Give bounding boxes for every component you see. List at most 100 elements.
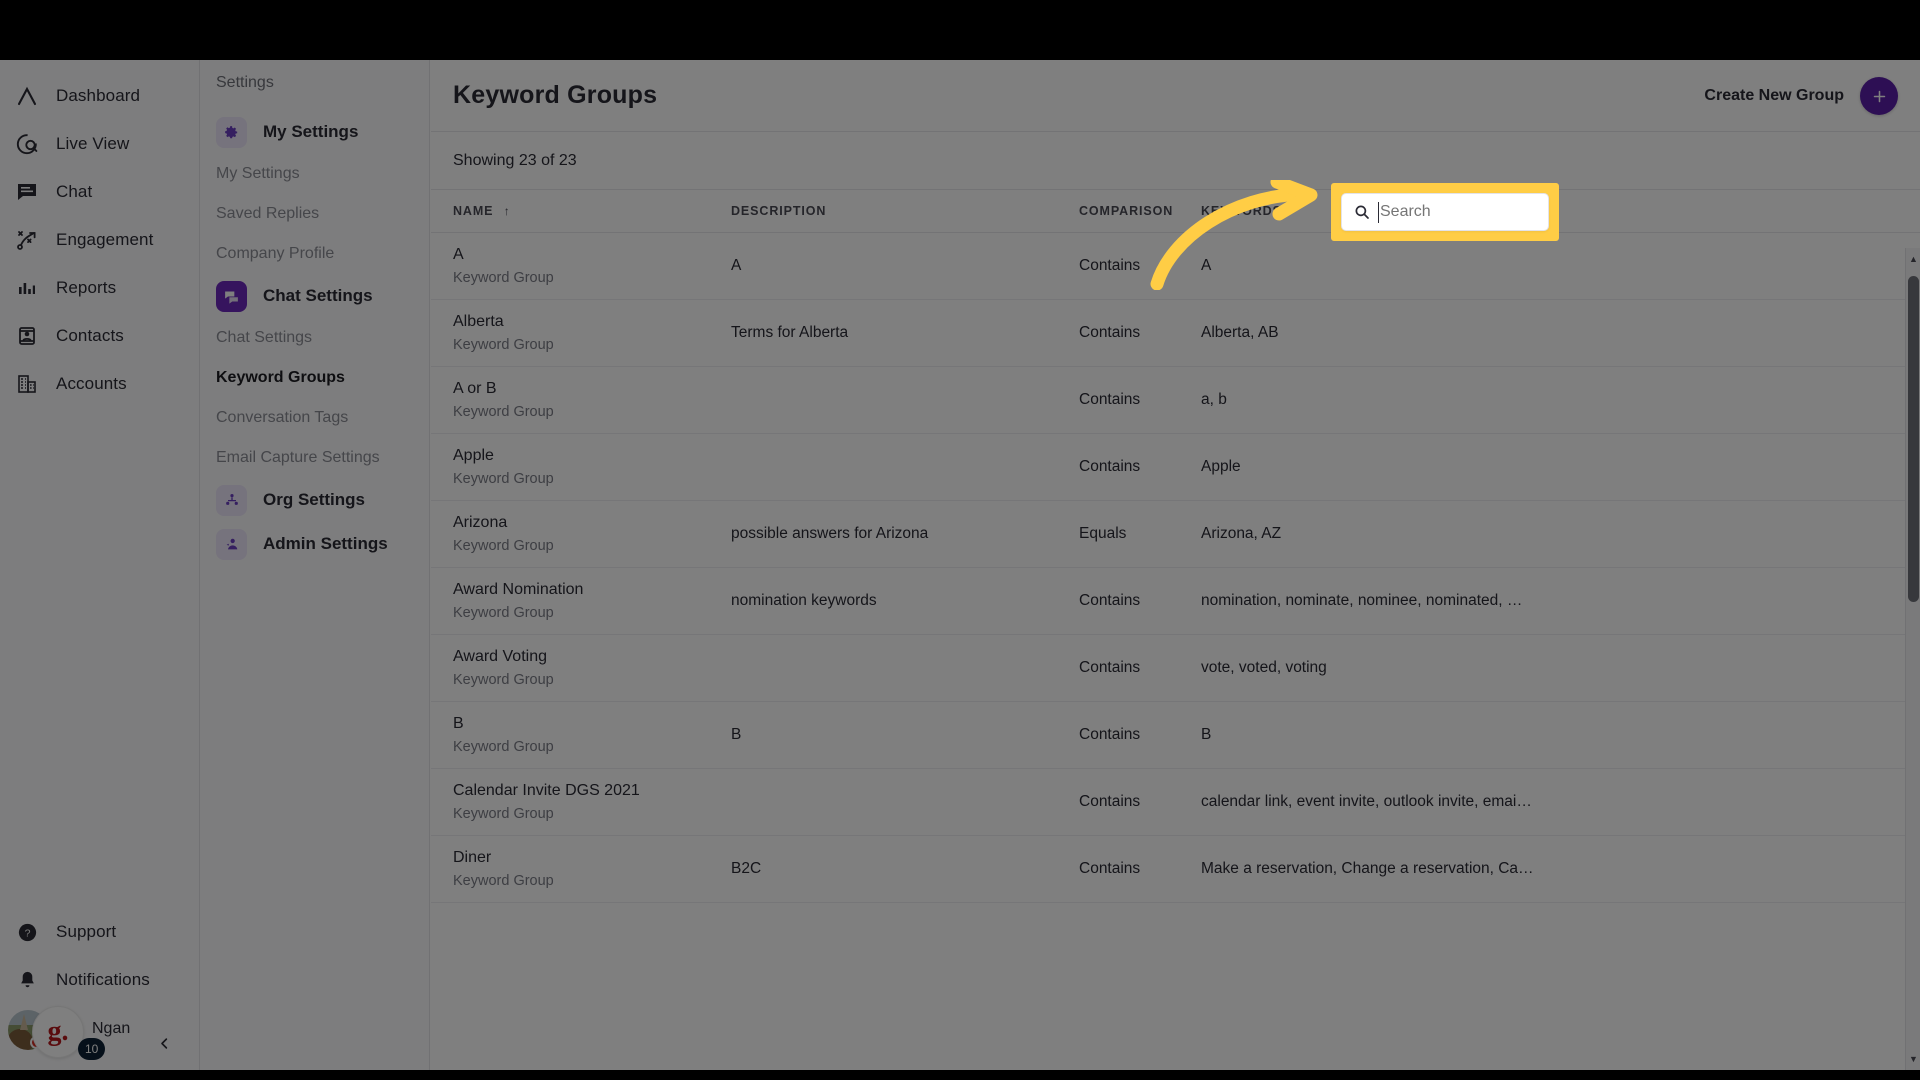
reports-icon [14,275,40,301]
gear-icon [216,116,247,148]
scroll-up-arrow[interactable]: ▲ [1906,250,1920,268]
keyword-groups-table: NAME ↑ DESCRIPTION COMPARISON KEYWORDS A… [431,190,1920,903]
sidebar-item-label: Support [56,922,117,941]
cell-keywords: Apple [1201,433,1920,501]
scrollbar-thumb[interactable] [1908,276,1919,602]
row-subtitle: Keyword Group [453,471,554,487]
table-row[interactable]: Calendar Invite DGS 2021 Keyword Group Con… [431,768,1920,836]
contacts-icon [14,323,40,349]
chat-bubbles-icon [216,280,247,312]
row-name: Calendar Invite DGS 2021 [453,782,640,799]
cell-comparison: Equals [1079,500,1201,568]
sidebar-item-contacts[interactable]: Contacts [0,312,199,360]
nav-group-label: My Settings [263,122,359,141]
cell-description: nomination keywords [731,567,1079,635]
cell-name: Award Nomination Keyword Group [431,567,731,635]
nav-group-my-settings[interactable]: My Settings [200,110,429,154]
sidebar-item-live-view[interactable]: Live View [0,120,199,168]
row-subtitle: Keyword Group [453,270,554,286]
table-row[interactable]: Apple Keyword Group Contains Apple [431,433,1920,501]
cell-comparison: Contains [1079,634,1201,702]
cell-comparison: Contains [1079,835,1201,903]
column-header-label: NAME [453,204,494,218]
column-header-description[interactable]: DESCRIPTION [731,190,1079,233]
cell-comparison: Contains [1079,768,1201,836]
result-count-label: Showing 23 of 23 [453,151,577,169]
cell-name: Award Voting Keyword Group [431,634,731,702]
sidebar-item-conversation-tags[interactable]: Conversation Tags [200,398,429,438]
nav-group-label: Org Settings [263,490,366,509]
admin-user-icon [216,528,247,560]
search-icon [1355,205,1369,219]
page-header-actions: Create New Group [1704,60,1898,132]
row-subtitle: Keyword Group [453,806,554,822]
live-view-icon [14,131,40,157]
column-header-name[interactable]: NAME ↑ [431,190,731,233]
sort-ascending-icon: ↑ [503,204,511,218]
cell-name: Alberta Keyword Group [431,299,731,367]
nav-group-admin-settings[interactable]: Admin Settings [200,522,429,566]
sidebar-item-keyword-groups[interactable]: Keyword Groups [200,358,429,398]
sidebar-item-chat-settings[interactable]: Chat Settings [200,318,429,358]
cell-keywords: vote, voted, voting [1201,634,1920,702]
sidebar-item-engagement[interactable]: Engagement [0,216,199,264]
table-row[interactable]: B Keyword Group B Contains B [431,701,1920,769]
help-circle-icon: ? [14,919,40,945]
create-new-group-button[interactable] [1860,77,1898,115]
sidebar-item-my-settings[interactable]: My Settings [200,154,429,194]
scroll-down-arrow[interactable]: ▼ [1906,1050,1920,1068]
text-caret [1378,202,1379,223]
primary-nav-list: Dashboard Live View Chat Engagement Repo… [0,72,199,408]
row-name: Alberta [453,313,504,330]
page-title: Keyword Groups [453,81,658,109]
row-subtitle: Keyword Group [453,873,554,889]
cell-description: B2C [731,835,1079,903]
search-input[interactable] [1380,203,1530,221]
sidebar-item-dashboard[interactable]: Dashboard [0,72,199,120]
sidebar-item-label: Reports [56,278,117,297]
cell-keywords: B [1201,701,1920,769]
row-name: A [453,246,464,263]
sidebar-item-label: Accounts [56,374,127,393]
row-subtitle: Keyword Group [453,739,554,755]
settings-sidebar: Settings My Settings My Settings Saved R… [200,60,430,1070]
grammarly-icon[interactable]: g. [32,1006,84,1058]
cell-name: Arizona Keyword Group [431,500,731,568]
sidebar-item-accounts[interactable]: Accounts [0,360,199,408]
table-scrollbar[interactable]: ▲ ▼ [1905,248,1920,1070]
sidebar-item-saved-replies[interactable]: Saved Replies [200,194,429,234]
cell-keywords: Make a reservation, Change a reservation… [1201,835,1920,903]
sidebar-item-email-capture-settings[interactable]: Email Capture Settings [200,438,429,478]
table-row[interactable]: Alberta Keyword Group Terms for Alberta Con… [431,299,1920,367]
sidebar-item-label: Chat [56,182,93,201]
table-row[interactable]: Award Nomination Keyword Group nomination … [431,567,1920,635]
create-new-group-label[interactable]: Create New Group [1704,87,1844,105]
cell-keywords: a, b [1201,366,1920,434]
bell-icon [14,967,40,993]
dashboard-icon [14,83,40,109]
table-row[interactable]: Diner Keyword Group B2C Contains Make a rese… [431,835,1920,903]
row-subtitle: Keyword Group [453,404,554,420]
row-name: B [453,715,464,732]
cell-keywords: Alberta, AB [1201,299,1920,367]
row-name: Arizona [453,514,508,531]
table-row[interactable]: A or B Keyword Group Contains a, b [431,366,1920,434]
svg-text:?: ? [24,927,30,939]
sidebar-item-notifications[interactable]: Notifications [0,956,199,1004]
sidebar-item-reports[interactable]: Reports [0,264,199,312]
engagement-icon [14,227,40,253]
cell-name: Calendar Invite DGS 2021 Keyword Group [431,768,731,836]
search-field[interactable] [1341,193,1549,231]
sidebar-item-chat[interactable]: Chat [0,168,199,216]
cell-description: A [731,232,1079,300]
table-row[interactable]: Award Voting Keyword Group Contains vote, v… [431,634,1920,702]
nav-group-org-settings[interactable]: Org Settings [200,478,429,522]
sidebar-item-support[interactable]: ? Support [0,908,199,956]
nav-group-chat-settings[interactable]: Chat Settings [200,274,429,318]
table-row[interactable]: Arizona Keyword Group possible answers for… [431,500,1920,568]
sidebar-item-label: Notifications [56,970,150,989]
collapse-sidebar-button[interactable] [151,1030,177,1056]
grammarly-badge-count[interactable]: 10 [78,1038,106,1060]
sidebar-item-company-profile[interactable]: Company Profile [200,234,429,274]
cell-description: B [731,701,1079,769]
